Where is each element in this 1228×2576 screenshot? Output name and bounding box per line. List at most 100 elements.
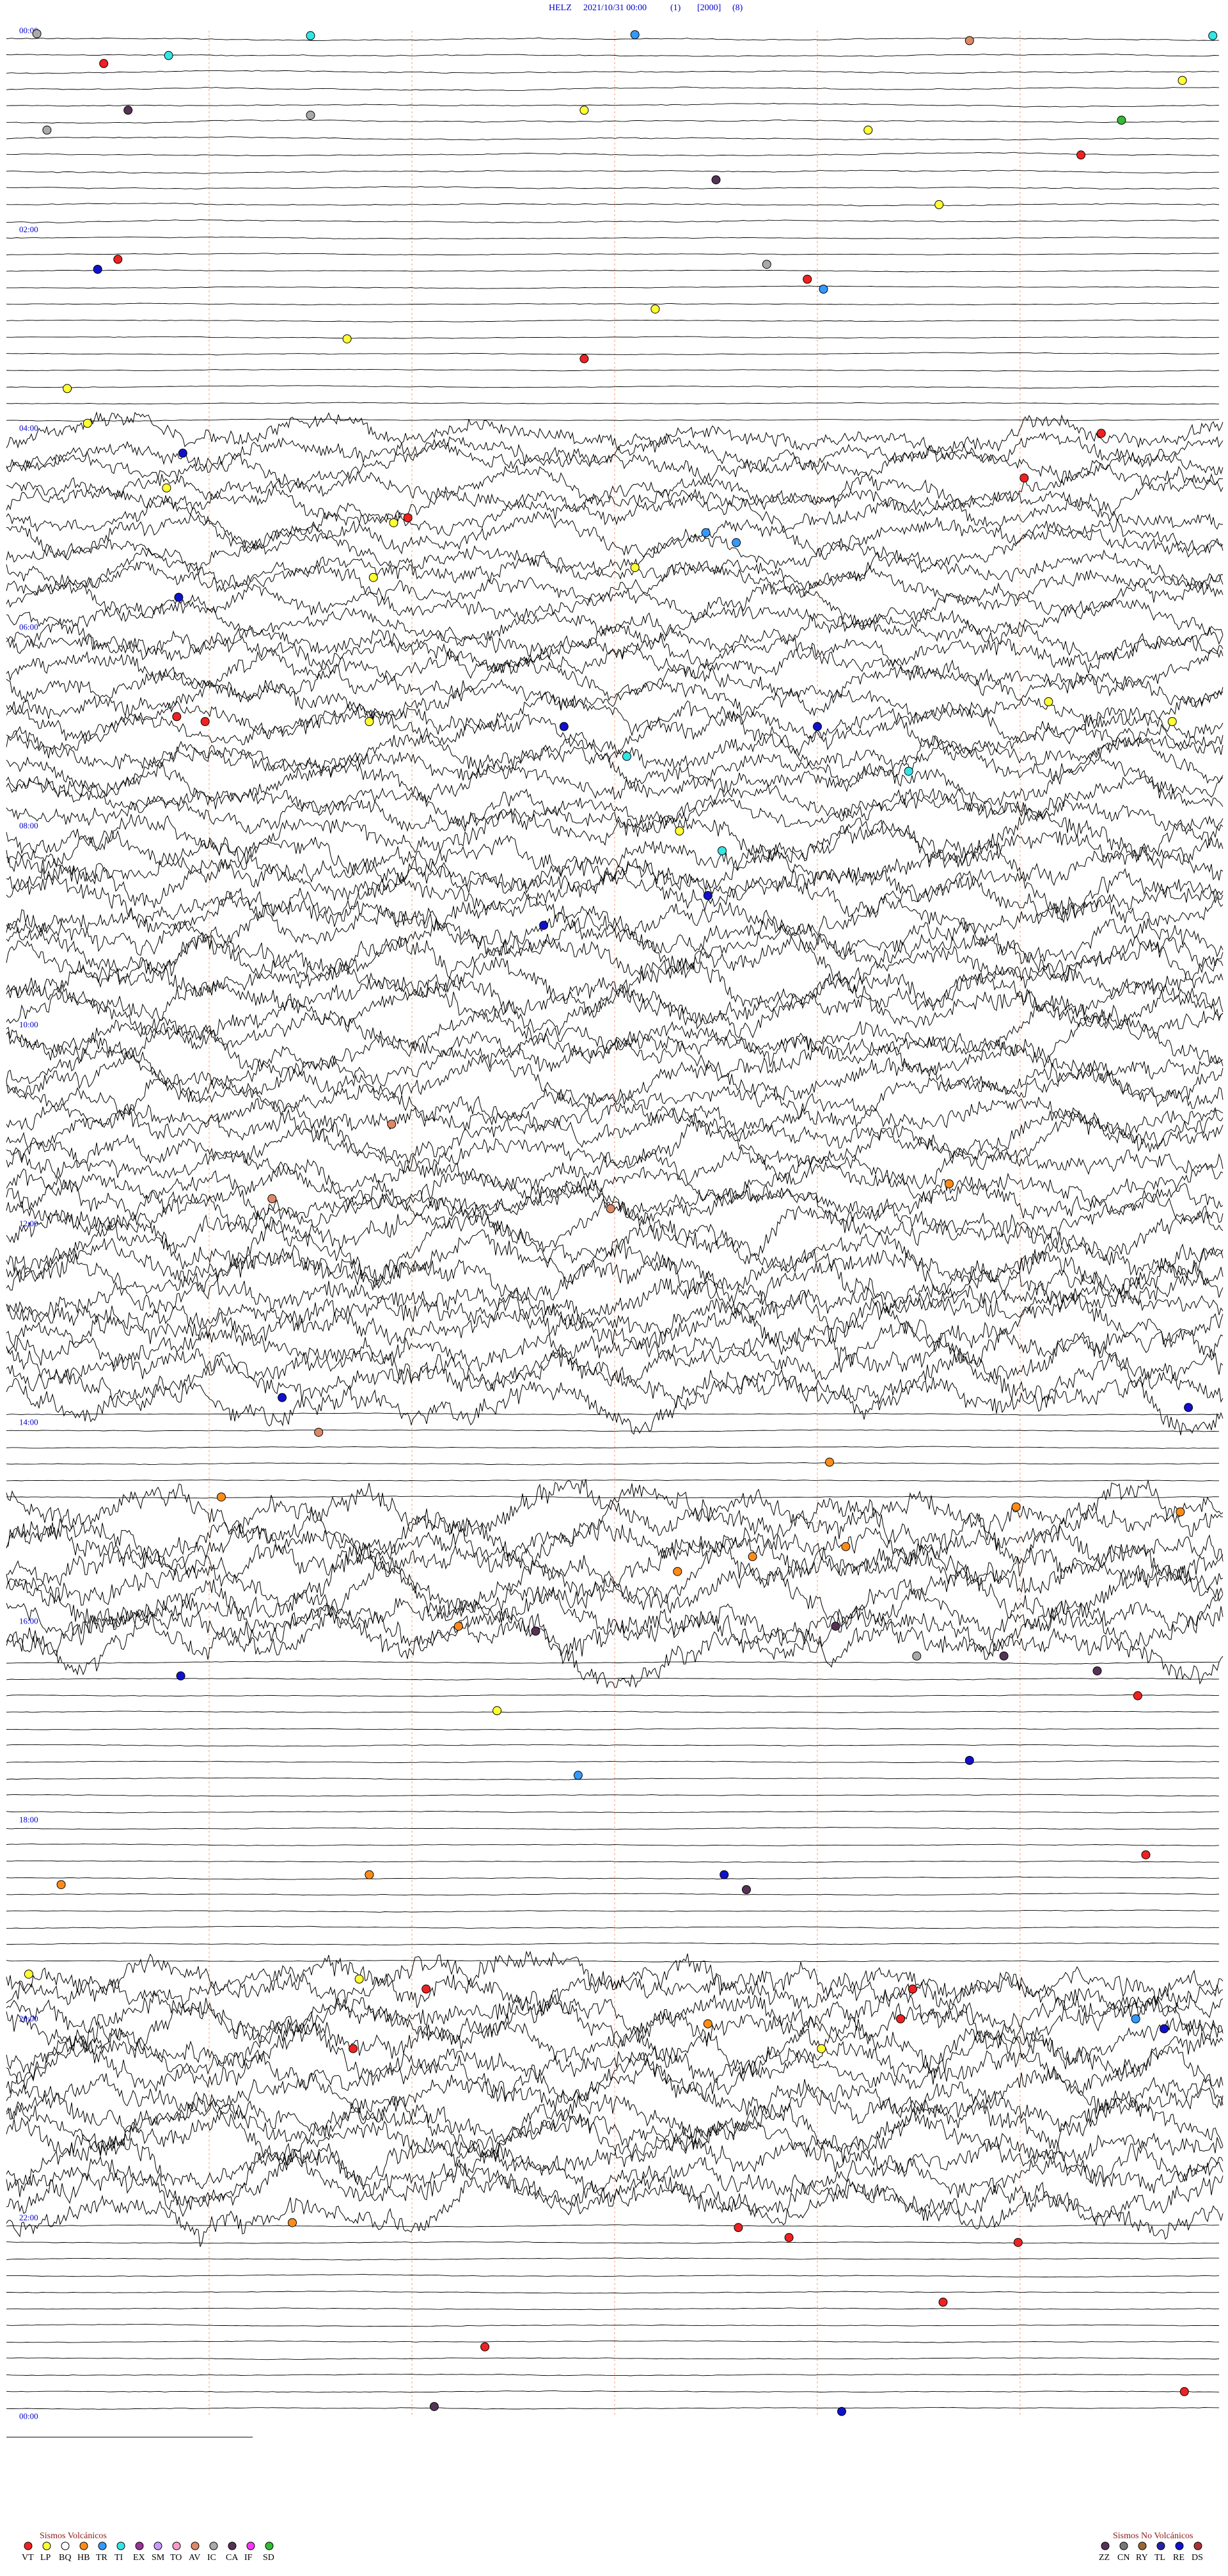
- title-date: 2021/10/31 00:00: [583, 3, 647, 13]
- trace-row: [6, 2273, 1220, 2278]
- event-marker-lp: [162, 483, 171, 493]
- trace-row: [6, 2241, 1220, 2245]
- event-marker-vt: [1013, 2238, 1023, 2247]
- event-marker-re: [720, 1870, 729, 1879]
- legend-volcanic-label: AV: [189, 2553, 200, 2563]
- event-marker-lp: [365, 717, 374, 726]
- event-marker-tr: [573, 1771, 583, 1780]
- legend-nonvolcanic-swatch: [1119, 2541, 1128, 2550]
- event-marker-re: [93, 265, 102, 274]
- trace-row: [6, 2390, 1220, 2393]
- legend-volcanic-swatch: [154, 2541, 162, 2550]
- event-marker-ti: [164, 51, 173, 60]
- trace-row: [6, 1925, 1220, 1929]
- legend-volcanic-swatch: [209, 2541, 218, 2550]
- trace-row: [6, 269, 1220, 273]
- event-marker-ca: [429, 2402, 439, 2412]
- trace-row: [6, 2407, 1220, 2410]
- hour-label: 16:00: [19, 1616, 38, 1625]
- event-marker-ti: [904, 766, 913, 776]
- event-marker-lp: [630, 563, 640, 573]
- event-marker-ic: [32, 29, 42, 38]
- event-marker-lp: [1177, 75, 1187, 85]
- event-marker-lp: [342, 334, 352, 344]
- event-marker-av: [606, 1204, 615, 1213]
- event-marker-lp: [863, 125, 873, 135]
- event-marker-ca: [1092, 1666, 1102, 1676]
- legend-volcanic-label: IF: [244, 2553, 253, 2563]
- legend-nonvolcanic-label: RE: [1173, 2553, 1185, 2563]
- hour-label: 12:00: [19, 1219, 38, 1228]
- trace-row: [6, 2307, 1220, 2311]
- event-marker-av: [314, 1428, 324, 1437]
- hour-label: 00:00: [19, 2412, 38, 2421]
- event-marker-lp: [389, 518, 398, 528]
- event-marker-re: [278, 1393, 287, 1402]
- trace-row: [6, 1479, 1219, 1482]
- legend-nonvolcanic-label: DS: [1192, 2553, 1203, 2563]
- hour-label: 02:00: [19, 225, 38, 234]
- trace-row: [6, 1760, 1220, 1764]
- legend-volcanic-swatch: [116, 2541, 125, 2550]
- event-marker-vt: [938, 2297, 948, 2307]
- event-marker-hb: [288, 2218, 297, 2227]
- event-marker-vt: [803, 274, 812, 284]
- trace-row: [6, 2340, 1220, 2343]
- hour-label: 14:00: [19, 1418, 38, 1427]
- trace-row: [6, 1462, 1219, 1466]
- trace-row: [6, 1677, 1220, 1680]
- event-marker-vt: [113, 255, 123, 264]
- event-marker-hb: [825, 1457, 834, 1467]
- legend-volcanic-label: TR: [96, 2553, 108, 2563]
- trace-row: [6, 723, 1224, 777]
- event-marker-re: [837, 2406, 846, 2416]
- trace-row: [6, 1777, 1220, 1780]
- trace-row: [6, 402, 1220, 405]
- hour-label: 18:00: [19, 1815, 38, 1824]
- event-marker-ca: [742, 1885, 751, 1894]
- event-marker-hb: [217, 1492, 226, 1502]
- legend-nonvolcanic-swatch: [1138, 2541, 1147, 2550]
- trace-row: [6, 237, 1220, 240]
- event-marker-re: [539, 921, 548, 930]
- trace-row: [6, 1412, 1220, 1416]
- event-marker-tr: [1131, 2014, 1140, 2023]
- event-marker-ti: [306, 31, 315, 40]
- event-marker-vt: [896, 2014, 905, 2023]
- legend-volcanic-swatch: [172, 2541, 181, 2550]
- event-marker-re: [178, 448, 187, 458]
- trace-row: [6, 1661, 1220, 1664]
- event-marker-vt: [1096, 429, 1106, 438]
- legend-volcanic: Sismos Volcánicos VT LP BQ HB TR TI EX SM TO AV IC…: [22, 2531, 274, 2563]
- title-flag-1: (1): [670, 3, 681, 13]
- legend-volcanic-label: SD: [263, 2553, 274, 2563]
- event-marker-hb: [453, 1622, 463, 1631]
- event-marker-vt: [784, 2232, 794, 2242]
- event-marker-ca: [123, 106, 133, 115]
- event-marker-re: [703, 891, 712, 900]
- legend-volcanic-label: IC: [207, 2553, 216, 2563]
- trace-row: [6, 119, 1220, 124]
- legend-volcanic-swatch: [98, 2541, 107, 2550]
- trace-row: [6, 1909, 1220, 1913]
- event-marker-lp: [817, 2044, 826, 2053]
- trace-row: [6, 1429, 1220, 1432]
- event-marker-vt: [349, 2044, 358, 2053]
- event-marker-lp: [1044, 697, 1053, 706]
- legend-volcanic-swatch: [135, 2541, 144, 2550]
- event-marker-re: [176, 1671, 185, 1680]
- legend-volcanic-label: BQ: [59, 2553, 71, 2563]
- legend-nonvolcanic-swatch: [1193, 2541, 1202, 2550]
- trace-row: [6, 418, 1220, 422]
- event-marker-av: [387, 1119, 397, 1129]
- legend-nonvolcanic-title: Sismos No Volcánicos: [1113, 2531, 1193, 2541]
- trace-row: [6, 319, 1220, 322]
- trace-row: [6, 37, 1220, 41]
- trace-row: [6, 1959, 1220, 1963]
- trace-row: [6, 1727, 1220, 1730]
- legend-volcanic-swatch: [265, 2541, 274, 2550]
- event-marker-ti: [622, 752, 631, 761]
- event-marker-lp: [650, 304, 660, 314]
- trace-row: [6, 285, 1220, 289]
- event-marker-lp: [83, 418, 92, 428]
